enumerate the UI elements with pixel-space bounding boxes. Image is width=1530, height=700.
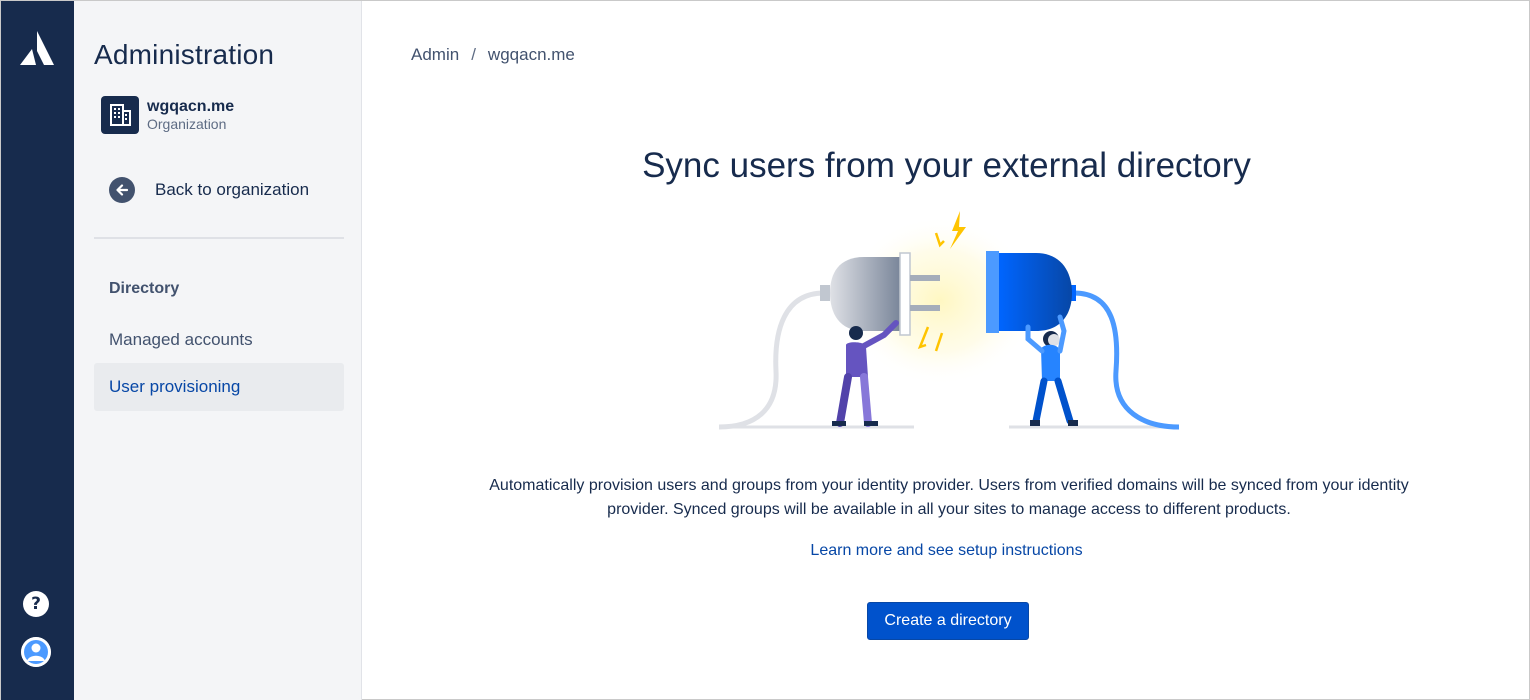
sidebar-item-managed-accounts[interactable]: Managed accounts — [94, 316, 344, 364]
sidebar-divider — [94, 237, 344, 239]
help-icon[interactable]: ? — [23, 591, 49, 617]
learn-more-link[interactable]: Learn more and see setup instructions — [362, 542, 1530, 560]
global-nav-rail: ? — [1, 1, 74, 700]
organization-card: wgqacn.me Organization — [101, 96, 234, 134]
back-to-organization-label: Back to organization — [155, 180, 310, 199]
breadcrumb-separator: / — [471, 45, 476, 64]
atlassian-logo-icon[interactable] — [17, 29, 57, 69]
create-directory-button[interactable]: Create a directory — [867, 602, 1029, 640]
page-description: Automatically provision users and groups… — [489, 477, 1409, 518]
organization-name: wgqacn.me — [147, 98, 235, 115]
sidebar-item-user-provisioning[interactable]: User provisioning — [94, 363, 344, 411]
breadcrumb: Admin / wgqacn.me — [411, 45, 575, 65]
plug-connection-illustration — [714, 201, 1186, 439]
organization-type: Organization — [147, 116, 227, 132]
profile-avatar-icon[interactable] — [21, 637, 51, 667]
building-icon — [101, 96, 139, 134]
main-content: Admin / wgqacn.me Sync users from your e… — [362, 1, 1530, 700]
back-to-organization-link[interactable]: Back to organization — [109, 177, 309, 203]
page-title: Sync users from your external directory — [642, 146, 1251, 185]
help-glyph: ? — [31, 594, 41, 614]
breadcrumb-organization[interactable]: wgqacn.me — [488, 45, 575, 65]
breadcrumb-admin[interactable]: Admin — [411, 45, 459, 65]
arrow-left-icon — [109, 177, 135, 203]
sidebar-title: Administration — [94, 39, 275, 70]
admin-sidebar: Administration wgqacn.me Organization Ba… — [74, 1, 362, 700]
sidebar-section-heading: Directory — [109, 280, 180, 297]
